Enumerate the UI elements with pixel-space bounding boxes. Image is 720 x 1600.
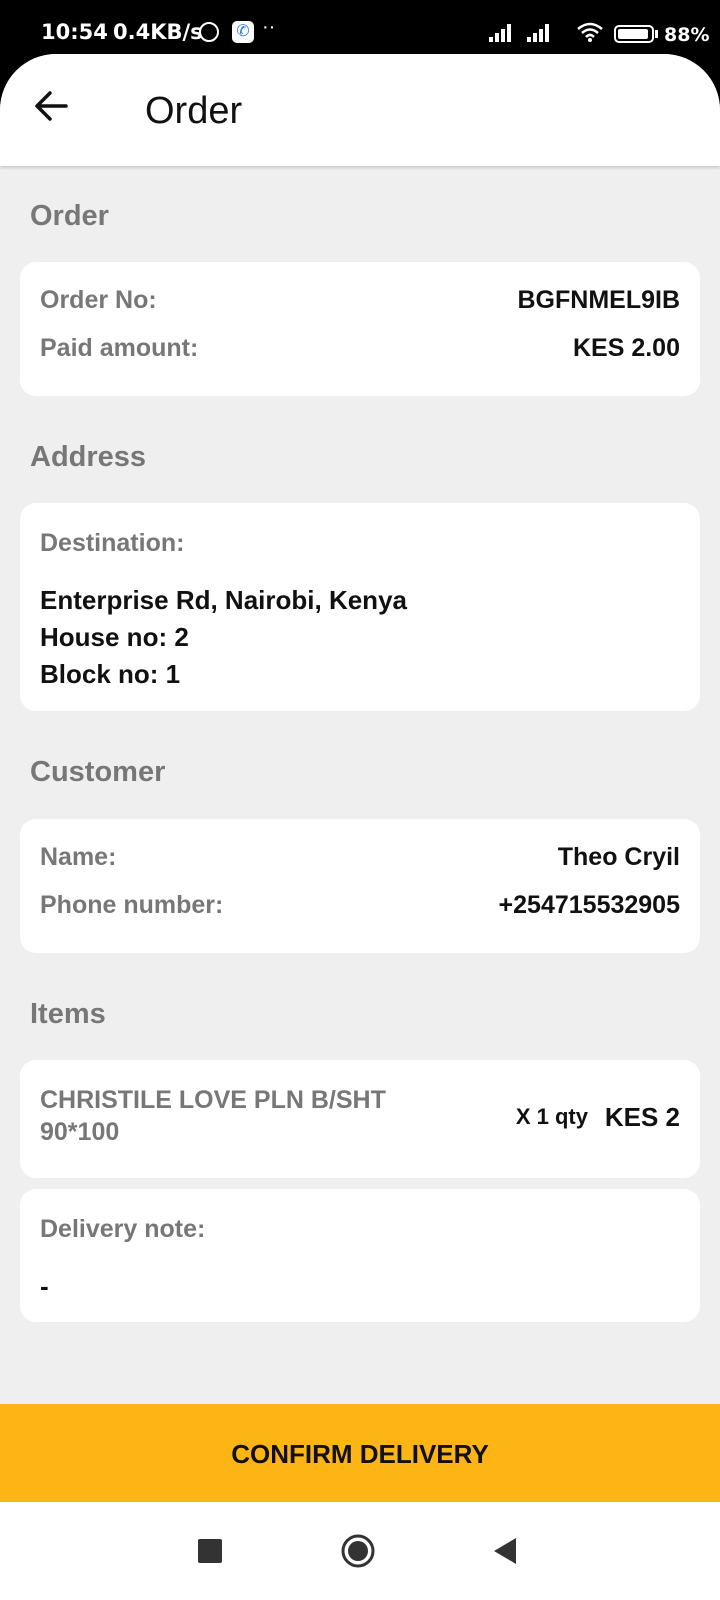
battery-tip: [655, 30, 658, 38]
status-more-dots: ··: [262, 16, 276, 38]
customer-name-label: Name:: [40, 843, 117, 871]
customer-name-value: Theo Cryil: [557, 843, 680, 871]
square-icon[interactable]: [198, 1539, 222, 1563]
delivery-note-value: -: [40, 1271, 49, 1301]
list-item: CHRISTILE LOVE PLN B/SHT 90*100 X 1 qty …: [20, 1060, 700, 1178]
section-title-order: Order: [30, 200, 109, 232]
delivery-note-card: Delivery note: -: [20, 1189, 700, 1322]
signal-icon: [489, 24, 517, 42]
section-title-items: Items: [30, 998, 106, 1030]
block-no: Block no: 1: [40, 659, 181, 689]
app-bar: Order: [0, 54, 720, 166]
order-no-label: Order No:: [40, 286, 157, 314]
destination-label: Destination:: [40, 529, 185, 557]
phone-app-icon: ✆: [232, 21, 254, 43]
delivery-note-label: Delivery note:: [40, 1215, 206, 1243]
customer-phone-label: Phone number:: [40, 891, 224, 919]
battery-icon: [614, 25, 654, 43]
customer-phone-value[interactable]: +254715532905: [499, 891, 680, 920]
section-title-customer: Customer: [30, 756, 166, 788]
paid-amount-label: Paid amount:: [40, 334, 199, 362]
order-screen: Order Order Order No: BGFNMEL9IB Paid am…: [0, 54, 720, 1600]
section-title-address: Address: [30, 441, 147, 473]
order-no-value: BGFNMEL9IB: [517, 286, 681, 314]
circle-icon[interactable]: [341, 1534, 375, 1568]
page-title: Order: [145, 90, 243, 132]
item-name-line2: 90*100: [40, 1118, 120, 1146]
alarm-icon: [199, 22, 219, 42]
status-bar: 10:54 0.4KB/s ✆ ·· 88%: [0, 0, 720, 62]
address-card: Destination: Enterprise Rd, Nairobi, Ken…: [20, 503, 700, 711]
item-qty: X 1 qty: [515, 1104, 588, 1129]
address-line: Enterprise Rd, Nairobi, Kenya: [40, 585, 407, 615]
paid-amount-value: KES 2.00: [572, 334, 680, 362]
item-name-line1: CHRISTILE LOVE PLN B/SHT: [40, 1086, 386, 1114]
customer-card: Name: Theo Cryil Phone number: +25471553…: [20, 819, 700, 953]
order-card: Order No: BGFNMEL9IB Paid amount: KES 2.…: [20, 262, 700, 396]
arrow-left-icon[interactable]: [30, 84, 74, 128]
item-price: KES 2: [604, 1102, 680, 1132]
triangle-back-icon[interactable]: [492, 1536, 518, 1566]
battery-percent: 88%: [664, 24, 710, 46]
system-nav-bar: [0, 1502, 720, 1600]
house-no: House no: 2: [40, 622, 189, 652]
signal-icon: [527, 24, 555, 42]
status-time: 10:54: [41, 20, 108, 44]
confirm-delivery-button[interactable]: CONFIRM DELIVERY: [0, 1404, 720, 1502]
wifi-icon: [577, 22, 603, 42]
status-network-speed: 0.4KB/s: [113, 20, 203, 44]
